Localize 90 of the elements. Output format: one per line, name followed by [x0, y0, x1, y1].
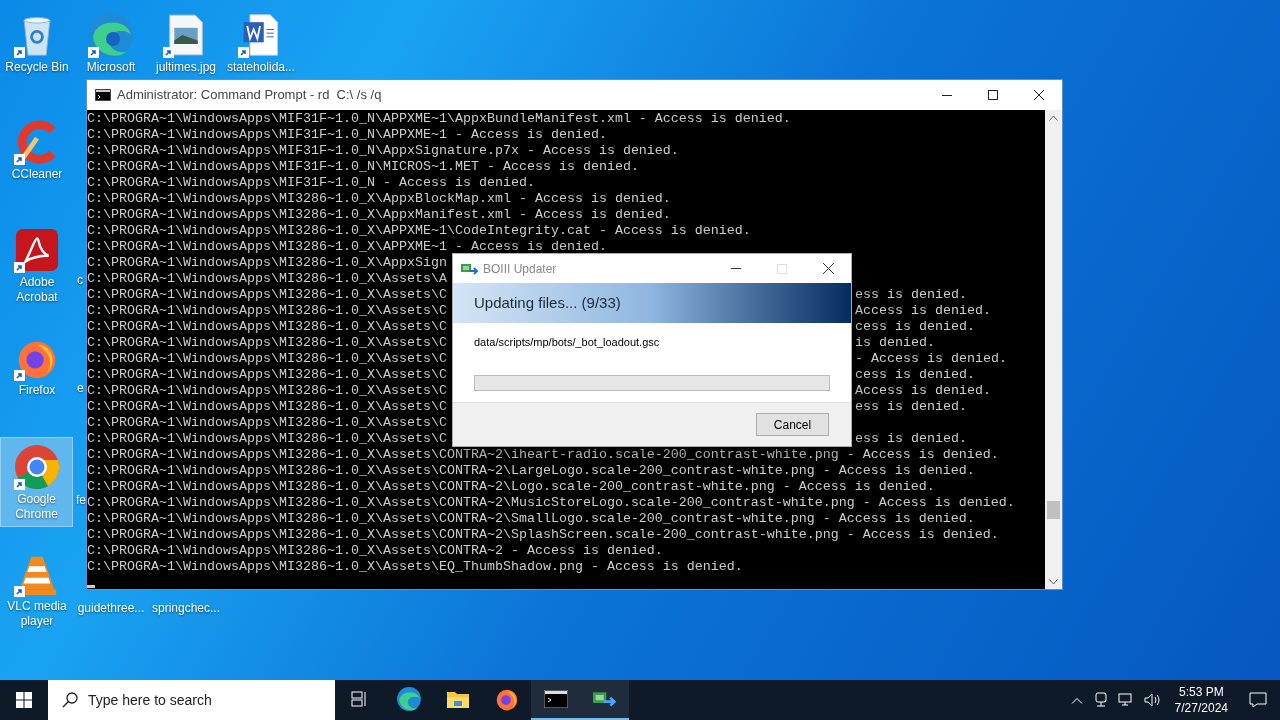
- console-line: C:\PROGRA~1\WindowsApps\MI3286~1.0_X\Assets\A: [87, 271, 447, 287]
- edge-icon: [86, 10, 136, 60]
- maximize-icon: [777, 263, 787, 274]
- console-line: C:\PROGRA~1\WindowsApps\MIF31F~1.0_N\MICROS~1.MET - Access is denied.: [87, 159, 639, 175]
- taskbar-app[interactable]: [580, 680, 629, 720]
- explorer-icon: [445, 689, 470, 709]
- maximize-icon: [988, 90, 998, 100]
- console-line: C:\PROGRA~1\WindowsApps\MI3286~1.0_X\Assets\C: [87, 335, 447, 351]
- console-line: C:\PROGRA~1\WindowsApps\MI3286~1.0_X\Assets\C: [87, 367, 447, 383]
- minimize-icon: [731, 268, 741, 269]
- console-line: C:\PROGRA~1\WindowsApps\MIF31F~1.0_N - Access is denied.: [87, 175, 535, 191]
- icon-label[interactable]: c: [76, 273, 84, 288]
- close-icon: [822, 263, 834, 274]
- clock[interactable]: 5:53 PM 7/27/2024: [1174, 684, 1228, 716]
- console-line: ess is denied.: [855, 399, 967, 415]
- updater-icon: [461, 262, 479, 275]
- windows-icon: [16, 692, 32, 708]
- scroll-up-icon: [1049, 115, 1058, 121]
- updater-icon: [592, 691, 617, 707]
- taskview-icon: [350, 691, 369, 707]
- console-line: C:\PROGRA~1\WindowsApps\MIF31F~1.0_N\APPXME~1\AppxBundleManifest.xml - Access is denied.: [87, 111, 791, 127]
- desktop-icon[interactable]: Recycle Bin: [0, 6, 74, 79]
- console-line: cess is denied.: [855, 367, 975, 383]
- speech-bubble-icon: [1249, 692, 1267, 708]
- console-line: C:\PROGRA~1\WindowsApps\MI3286~1.0_X\Assets\C: [87, 399, 447, 415]
- chrome-icon: [11, 442, 62, 492]
- dialog-title: BOIII Updater: [483, 260, 557, 278]
- console-line: C:\PROGRA~1\WindowsApps\MIF31F~1.0_N\APPXME~1 - Access is denied.: [87, 127, 607, 143]
- console-line: C:\PROGRA~1\WindowsApps\MI3286~1.0_X\Assets\CONTRA~2\MusicStoreLogo.scale-200_contrast-white.png - Access is denied.: [87, 495, 1015, 511]
- console-line: C:\PROGRA~1\WindowsApps\MI3286~1.0_X\APPXME~1 - Access is denied.: [87, 239, 607, 255]
- console-line: C:\PROGRA~1\WindowsApps\MI3286~1.0_X\Assets\CONTRA~2\SmallLogo.scale-200_contrast-white.png - Access is denied.: [87, 511, 975, 527]
- monitor-icon[interactable]: [1117, 693, 1134, 707]
- chevron-up-icon[interactable]: [1070, 696, 1083, 704]
- console-line: C:\PROGRA~1\WindowsApps\MI3286~1.0_X\Assets\CONTRA~2\Logo.scale-200_contrast-white.png - Access is denied.: [87, 479, 935, 495]
- edge-icon: [395, 686, 422, 712]
- console-line: is denied.: [855, 335, 935, 351]
- search-icon: [62, 692, 78, 708]
- console-line: C:\PROGRA~1\WindowsApps\MIF31F~1.0_N\AppxSignature.p7x - Access is denied.: [87, 143, 679, 159]
- console-line: C:\PROGRA~1\WindowsApps\MI3286~1.0_X\Assets\CONTRA~2\iheart-radio.scale-200_contrast-white.png - Access is denied.: [87, 447, 999, 463]
- desktop-icon[interactable]: Firefox: [0, 329, 74, 402]
- cmd-icon: [543, 690, 568, 708]
- console-line: - Access is denied.: [855, 351, 1007, 367]
- console-line: C:\PROGRA~1\WindowsApps\MI3286~1.0_X\AppxManifest.xml - Access is denied.: [87, 207, 671, 223]
- console-line: C:\PROGRA~1\WindowsApps\MI3286~1.0_X\Assets\CONTRA~2 - Access is denied.: [87, 543, 663, 559]
- console-line: C:\PROGRA~1\WindowsApps\MI3286~1.0_X\Assets\CONTRA~2\LargeLogo.scale-200_contrast-white.png - Access is denied.: [87, 463, 975, 479]
- icon-label[interactable]: fe: [75, 493, 87, 508]
- console-line: C:\PROGRA~1\WindowsApps\MI3286~1.0_X\APPXME~1\CodeIntegrity.cat - Access is denied.: [87, 223, 751, 239]
- window-title: Administrator: Command Prompt - rd C:\ /s /q: [117, 86, 382, 105]
- console-line: C:\PROGRA~1\WindowsApps\MI3286~1.0_X\Assets\CONTRA~2\SplashScreen.scale-200_contrast-white.png - Access is denied.: [87, 527, 999, 543]
- console-line: C:\PROGRA~1\WindowsApps\MI3286~1.0_X\Assets\C: [87, 319, 447, 335]
- desktop-icon[interactable]: stateholida...: [224, 6, 298, 79]
- console-line: C:\PROGRA~1\WindowsApps\MI3286~1.0_X\AppxBlockMap.xml - Access is denied.: [87, 191, 671, 207]
- desktop-icon[interactable]: Google Chrome: [0, 437, 73, 527]
- console-line: C:\PROGRA~1\WindowsApps\MI3286~1.0_X\Assets\C: [87, 383, 447, 399]
- close-icon: [1034, 90, 1044, 100]
- scrollbar[interactable]: [1045, 110, 1062, 589]
- console-line: C:\PROGRA~1\WindowsApps\MI3286~1.0_X\Assets\C: [87, 415, 447, 431]
- scroll-thumb[interactable]: [1047, 501, 1060, 519]
- console-line: C:\PROGRA~1\WindowsApps\MI3286~1.0_X\AppxSign: [87, 255, 447, 271]
- console-line: Access is denied.: [855, 383, 991, 399]
- console-line: C:\PROGRA~1\WindowsApps\MI3286~1.0_X\Assets\C: [87, 303, 447, 319]
- text-cursor: [87, 585, 95, 588]
- search-field[interactable]: Type here to search: [48, 680, 335, 720]
- console-line: Access is denied.: [855, 303, 991, 319]
- desktop-icon[interactable]: CCleaner: [0, 113, 74, 186]
- icon-label[interactable]: e: [76, 381, 85, 396]
- desktop-icon[interactable]: Adobe Acrobat: [0, 221, 74, 309]
- console-line: C:\PROGRA~1\WindowsApps\MI3286~1.0_X\Assets\C: [87, 351, 447, 367]
- console-line: C:\PROGRA~1\WindowsApps\MI3286~1.0_X\Assets\EQ_ThumbShadow.png - Access is denied.: [87, 559, 743, 575]
- speaker-icon[interactable]: [1143, 693, 1162, 707]
- clock-date: 7/27/2024: [1174, 700, 1228, 716]
- desktop-icon[interactable]: guidethree...: [74, 597, 148, 620]
- network-icon[interactable]: [1093, 692, 1108, 708]
- console-line: C:\PROGRA~1\WindowsApps\MI3286~1.0_X\Assets\C: [87, 287, 447, 303]
- desktop-icon[interactable]: VLC media player: [0, 545, 74, 633]
- clock-time: 5:53 PM: [1178, 684, 1224, 700]
- file-path: data/scripts/mp/bots/_bot_loadout.gsc: [474, 335, 661, 350]
- cancel-button[interactable]: Cancel: [756, 413, 829, 436]
- console-line: C:\PROGRA~1\WindowsApps\MI3286~1.0_X\Assets\C: [87, 431, 447, 447]
- console-line: ess is denied.: [855, 287, 967, 303]
- console-icon: [95, 89, 111, 101]
- dialog-heading: Updating files... (9/33): [474, 292, 621, 313]
- desktop-icon[interactable]: jultimes.jpg: [149, 6, 223, 79]
- desktop-icon[interactable]: Microsoft: [74, 6, 148, 79]
- scroll-down-icon: [1049, 579, 1058, 585]
- minimize-icon: [942, 94, 952, 96]
- console-line: cess is denied.: [855, 319, 975, 335]
- desktop-icon[interactable]: springchec...: [149, 597, 223, 620]
- taskbar-app[interactable]: [531, 680, 580, 720]
- console-line: ess is denied.: [855, 431, 967, 447]
